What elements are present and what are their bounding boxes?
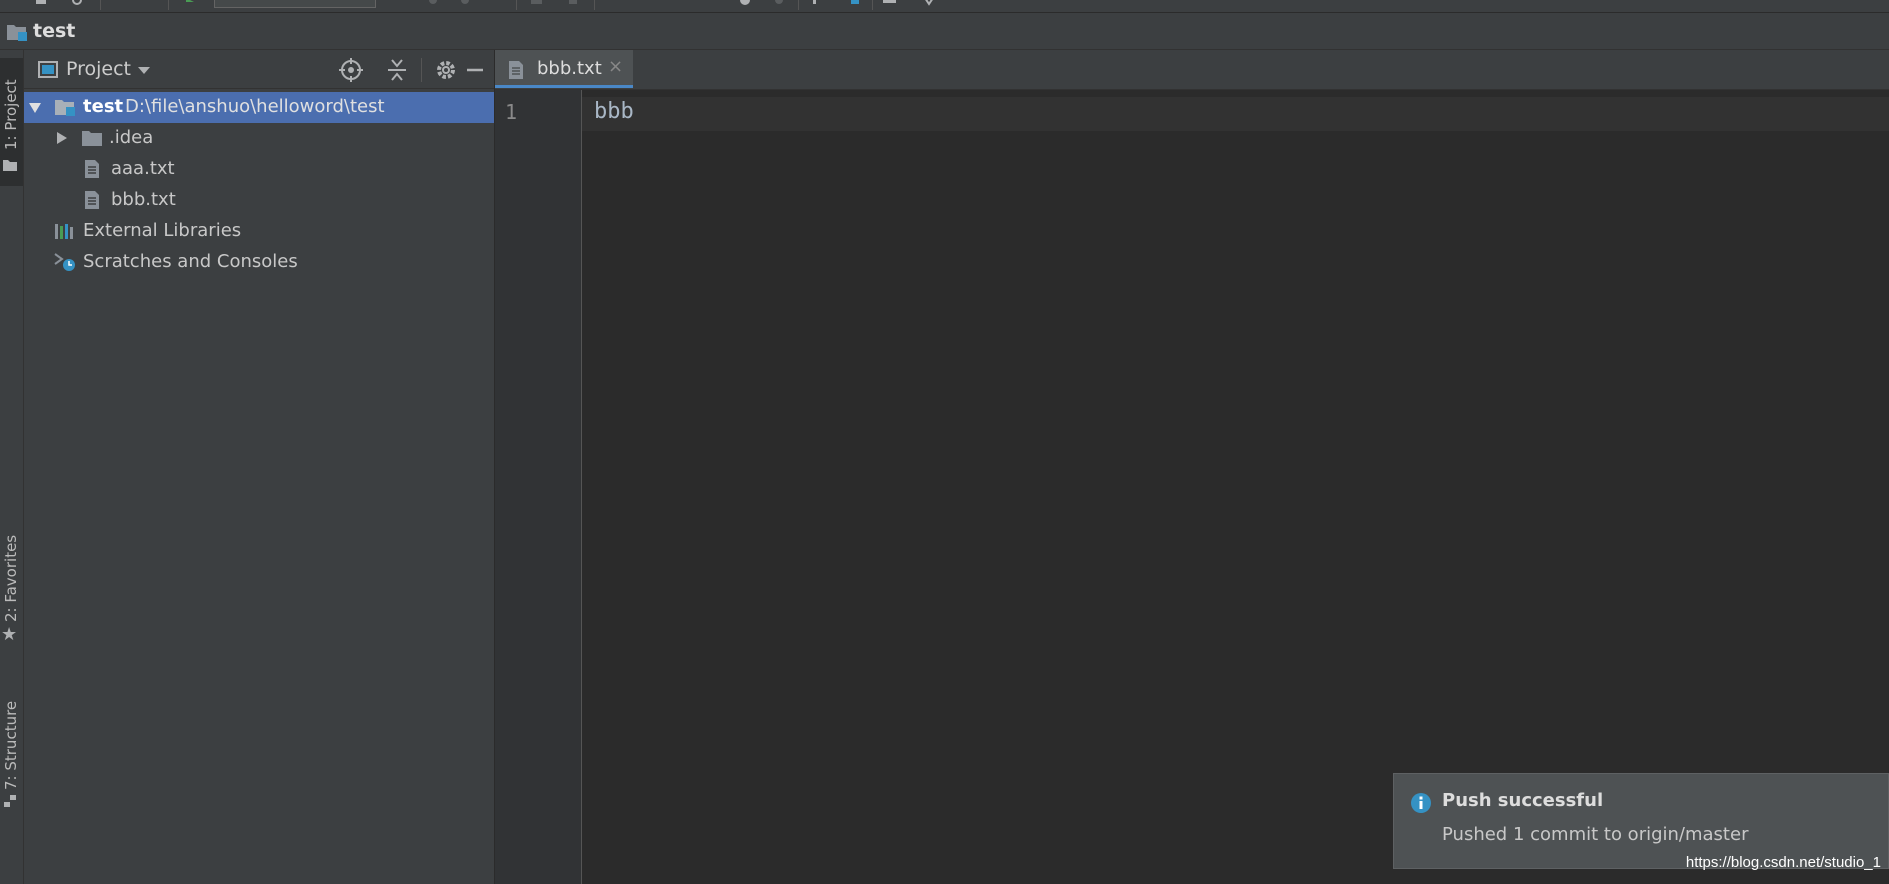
notification-title: Push successful	[1442, 790, 1604, 811]
close-icon[interactable]: ×	[608, 56, 623, 77]
tree-item-label: External Libraries	[83, 220, 242, 241]
tool-tab-label: 1: Project	[2, 79, 20, 150]
toolbar-icon[interactable]	[458, 0, 472, 8]
notification-body: Pushed 1 commit to origin/master	[1442, 824, 1749, 845]
tree-item-bbb-txt[interactable]: bbb.txt	[24, 185, 494, 216]
hide-panel-icon[interactable]	[462, 57, 488, 83]
tree-item-external-libraries[interactable]: External Libraries	[24, 216, 494, 247]
run-config-selector[interactable]	[214, 0, 376, 8]
chevron-down-icon[interactable]	[137, 64, 151, 78]
project-view-title[interactable]: Project	[66, 58, 131, 80]
editor-gutter: 1	[495, 90, 582, 884]
collapse-all-icon[interactable]	[384, 57, 410, 83]
code-line[interactable]: bbb	[594, 99, 634, 124]
toolbar-icon[interactable]	[738, 0, 752, 8]
project-panel-header: Project	[24, 50, 494, 89]
tool-tab-favorites[interactable]: 2: Favorites ★	[0, 500, 23, 650]
line-number: 1	[505, 100, 518, 124]
caret-row-highlight	[582, 97, 1889, 131]
editor-tab-bbb-txt[interactable]: bbb.txt ×	[495, 50, 633, 88]
toolbar-icon[interactable]	[922, 0, 936, 8]
structure-icon	[4, 795, 16, 807]
toolbar-icon[interactable]	[882, 0, 896, 8]
watermark: https://blog.csdn.net/studio_1	[1685, 854, 1881, 871]
locate-file-icon[interactable]	[338, 57, 364, 83]
tree-item-label: bbb.txt	[111, 189, 176, 210]
breadcrumb-project[interactable]: test	[33, 20, 75, 42]
toolbar-icon[interactable]	[70, 0, 84, 8]
navigation-bar: test	[0, 13, 1889, 50]
editor-tab-bar: bbb.txt ×	[495, 50, 1889, 90]
left-tool-strip: 1: Project 2: Favorites ★ 7: Structure	[0, 50, 24, 884]
libraries-icon	[55, 224, 73, 239]
project-view-icon	[38, 61, 58, 78]
star-icon: ★	[1, 624, 18, 645]
collapsed-arrow-icon[interactable]	[55, 130, 69, 146]
tree-item-idea[interactable]: .idea	[24, 123, 494, 154]
tree-item-label: Scratches and Consoles	[83, 251, 298, 272]
main-toolbar	[0, 0, 1889, 13]
toolbar-icon[interactable]	[426, 0, 440, 8]
folder-icon	[82, 131, 102, 146]
toolbar-icon[interactable]	[566, 0, 580, 8]
tool-tab-label: 2: Favorites	[2, 534, 20, 622]
gear-icon[interactable]	[433, 57, 459, 83]
tree-item-label: .idea	[109, 127, 154, 148]
text-file-icon	[509, 61, 523, 79]
module-folder-icon	[55, 100, 75, 116]
toolbar-icon[interactable]	[530, 0, 544, 8]
tree-item-aaa-txt[interactable]: aaa.txt	[24, 154, 494, 185]
tool-tab-label: 7: Structure	[2, 700, 20, 790]
tool-tab-structure[interactable]: 7: Structure	[0, 650, 23, 820]
run-config-icon[interactable]	[184, 0, 198, 8]
tree-item-test[interactable]: test D:\file\anshuo\helloword\test	[24, 92, 494, 123]
tree-item-scratches[interactable]: Scratches and Consoles	[24, 247, 494, 278]
toolbar-icon[interactable]	[848, 0, 862, 8]
editor-tab-label: bbb.txt	[537, 58, 602, 79]
tree-item-path: D:\file\anshuo\helloword\test	[125, 96, 385, 117]
toolbar-icon[interactable]	[34, 0, 48, 8]
text-file-icon	[85, 191, 99, 209]
folder-icon	[3, 160, 17, 171]
scratches-icon	[54, 253, 75, 271]
project-tool-window: Project test D:\file\anshuo\helloword\te…	[24, 50, 495, 884]
info-icon	[1411, 793, 1431, 813]
code-editor[interactable]: bbb	[582, 90, 1889, 884]
tree-item-label: aaa.txt	[111, 158, 175, 179]
module-folder-icon	[7, 25, 27, 41]
toolbar-icon[interactable]	[772, 0, 786, 8]
tree-item-label: test	[83, 96, 124, 117]
toolbar-icon[interactable]	[810, 0, 824, 8]
text-file-icon	[85, 160, 99, 178]
expanded-arrow-icon[interactable]	[28, 100, 42, 116]
tool-tab-project[interactable]: 1: Project	[0, 58, 23, 186]
